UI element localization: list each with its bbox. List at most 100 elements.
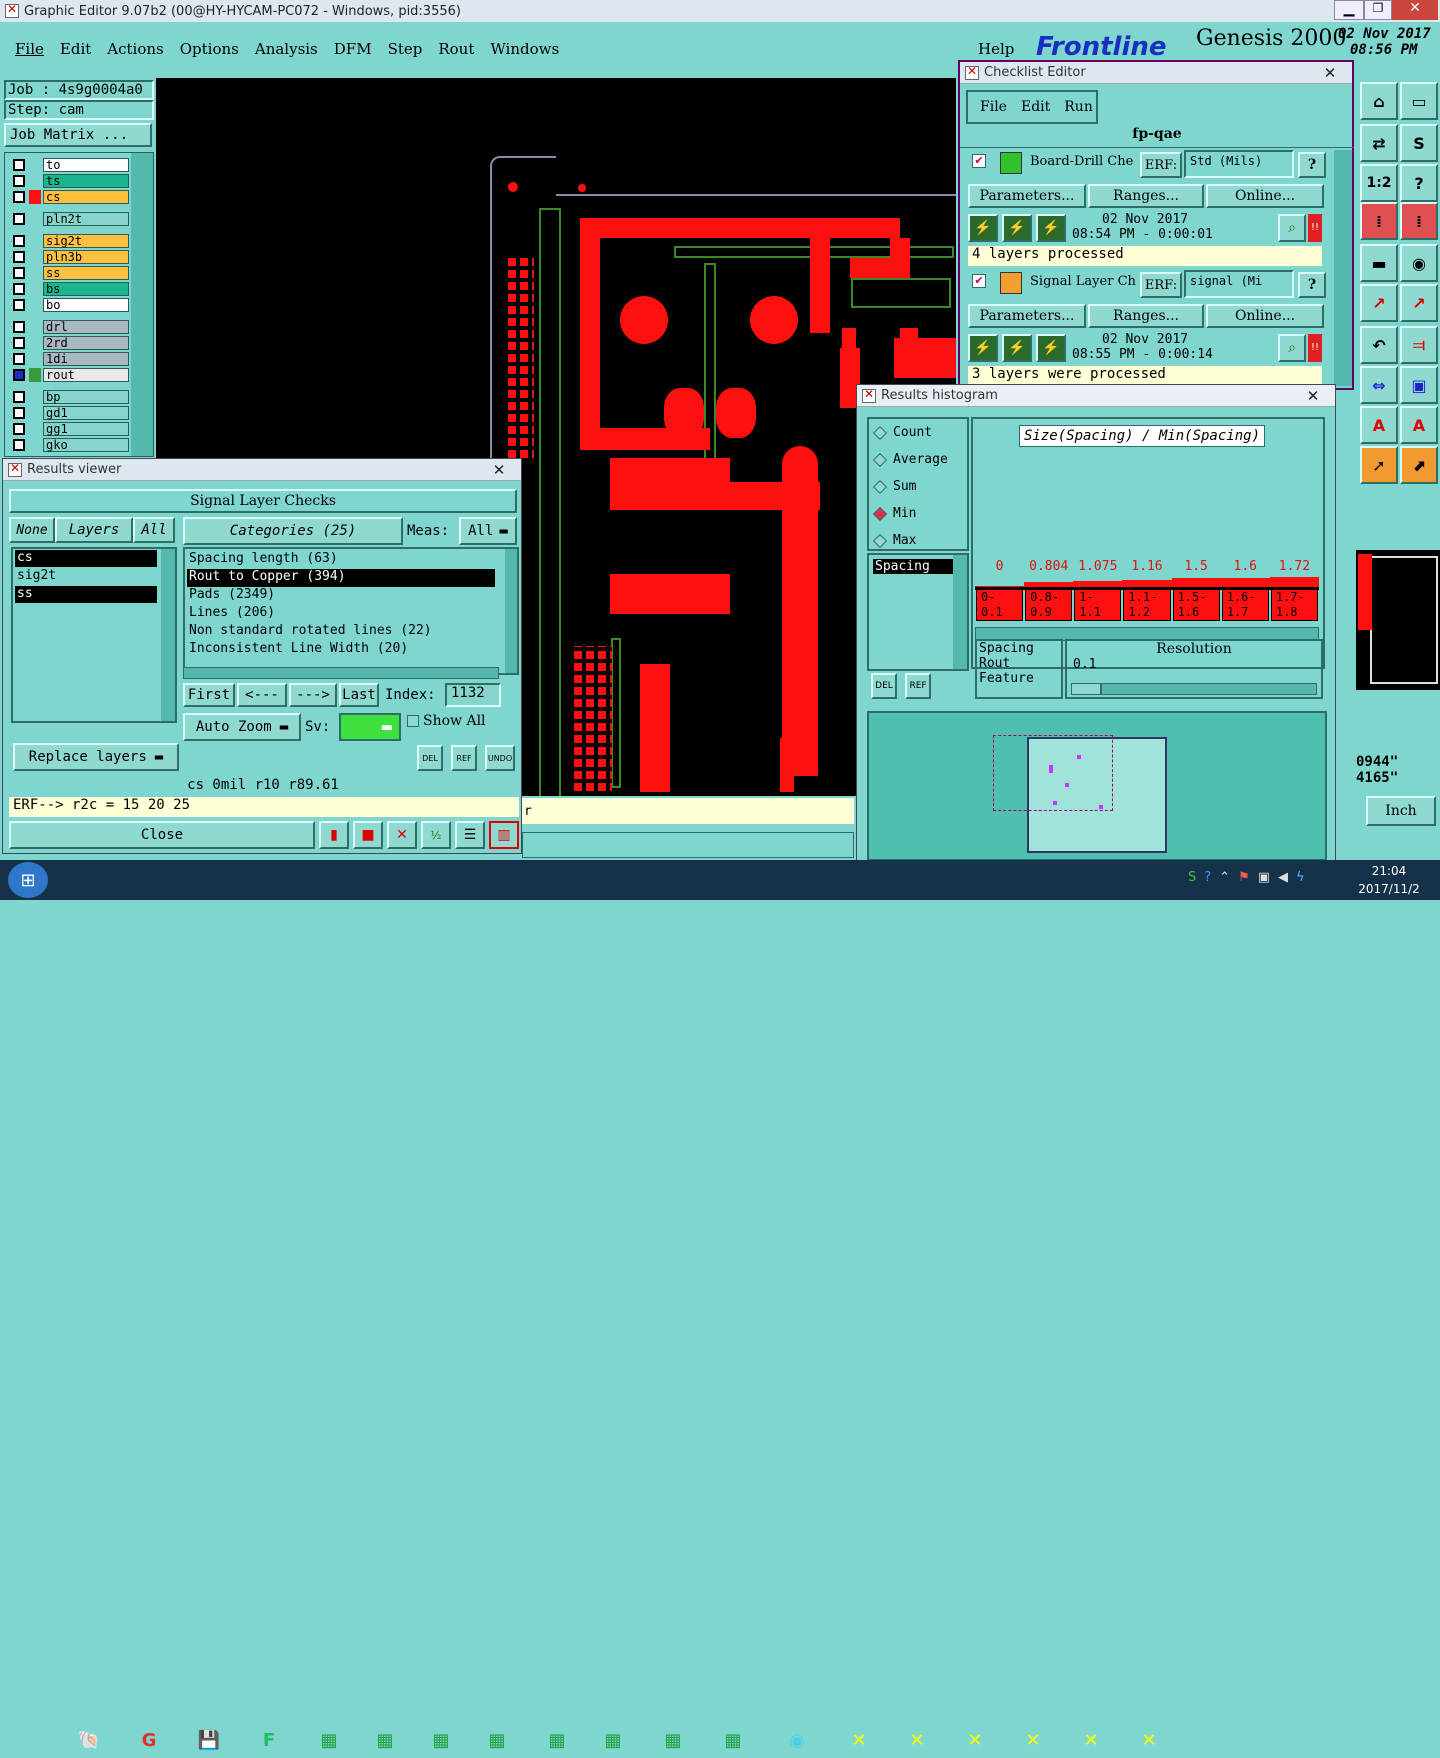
layer-checkbox[interactable] [13, 352, 25, 365]
measure-icon[interactable]: ↗ [1360, 284, 1398, 322]
excel-icon[interactable]: ▦ [302, 1722, 356, 1758]
layer-name[interactable]: bp [43, 389, 129, 404]
xterm-icon[interactable]: ✕ [1122, 1722, 1176, 1758]
flip-icon[interactable]: ⇄ [1360, 124, 1398, 162]
layer-row[interactable]: gko [13, 437, 129, 452]
excel-icon[interactable]: ▦ [646, 1722, 700, 1758]
layer-row[interactable]: gd1 [13, 405, 129, 420]
ratio-icon[interactable]: ½ [421, 821, 451, 849]
layer-checkbox[interactable] [13, 406, 25, 419]
layer-name[interactable]: 2rd [43, 335, 129, 350]
meas-dropdown[interactable]: All ▬ [459, 517, 517, 545]
xterm-icon[interactable]: ✕ [1006, 1722, 1060, 1758]
ranges-button[interactable]: Ranges... [1088, 184, 1204, 208]
category-scrollbar[interactable] [505, 549, 517, 673]
radio-icon[interactable] [872, 479, 888, 494]
run-all-icon[interactable]: ⚡ [1002, 214, 1032, 242]
menu-analysis[interactable]: Analysis [255, 40, 318, 58]
list-item[interactable]: Feature [977, 671, 1061, 686]
genesis-icon[interactable]: G [122, 1722, 176, 1758]
layer-name[interactable]: pln3b [43, 249, 129, 264]
auto-zoom-dropdown[interactable]: Auto Zoom ▬ [183, 713, 301, 741]
close-window-button[interactable]: ✕ [1392, 0, 1438, 20]
layer-name[interactable]: gd1 [43, 405, 129, 420]
chart-icon[interactable]: ▮ [319, 821, 349, 849]
list-item[interactable]: Rout [977, 656, 1061, 671]
menu-step[interactable]: Step [388, 40, 423, 58]
text-a-icon[interactable]: A [1360, 406, 1398, 444]
layer-list-scrollbar[interactable] [131, 153, 153, 456]
xterm-icon[interactable]: ✕ [890, 1722, 944, 1758]
bin-label[interactable]: 1.6- 1.7 [1221, 589, 1269, 621]
layer-row[interactable]: 1di [13, 351, 129, 366]
menu-rout[interactable]: Rout [438, 40, 474, 58]
run-icon[interactable]: ⚡ [968, 214, 998, 242]
none-button[interactable]: None [9, 517, 55, 543]
layer-row[interactable]: pln2t [13, 211, 129, 226]
layer-name[interactable]: to [43, 157, 129, 172]
close-icon[interactable]: ✕ [477, 459, 521, 481]
select-icon[interactable]: ➚ [1360, 446, 1398, 484]
parameters-button[interactable]: Parameters... [968, 304, 1086, 328]
list-item[interactable]: sig2t [15, 568, 157, 585]
help-icon[interactable]: ? [1298, 152, 1326, 178]
layer-name[interactable]: bs [43, 281, 129, 296]
excel-icon[interactable]: ▦ [414, 1722, 468, 1758]
list-item[interactable]: Rout to Copper (394) [187, 569, 495, 587]
list-item[interactable]: Spacing [873, 559, 953, 574]
text-a-alt-icon[interactable]: A [1400, 406, 1438, 444]
snake-icon[interactable]: S [1400, 124, 1438, 162]
histogram-left-scrollbar[interactable] [953, 555, 967, 669]
menu-options[interactable]: Options [180, 40, 239, 58]
clock[interactable]: 21:04 2017/11/2 [1354, 864, 1424, 896]
layer-checkbox[interactable] [13, 282, 25, 295]
sv-color-dropdown[interactable]: ▬ [339, 713, 401, 741]
ref-button[interactable]: REF [451, 745, 477, 771]
s-icon[interactable]: S [1188, 870, 1196, 890]
layer-name[interactable]: ss [43, 265, 129, 280]
frontline-app-icon[interactable]: F [242, 1722, 296, 1758]
snap-icon[interactable]: ◉ [1400, 244, 1438, 282]
mode-option[interactable]: Sum [872, 479, 916, 494]
layers-button[interactable]: Layers [55, 517, 133, 543]
layer-checkbox[interactable] [13, 190, 25, 203]
bin-label[interactable]: 1- 1.1 [1074, 589, 1122, 621]
layer-row[interactable]: pln3b [13, 249, 129, 264]
home-icon[interactable]: ⌂ [1360, 82, 1398, 120]
menu-file[interactable]: File [15, 40, 44, 58]
xterm-icon[interactable]: ✕ [1064, 1722, 1118, 1758]
online-button[interactable]: Online... [1206, 184, 1324, 208]
prev-button[interactable]: <--- [237, 683, 287, 707]
radio-icon[interactable] [872, 425, 888, 440]
volume-icon[interactable]: ◀ [1278, 870, 1288, 890]
layer-checkbox[interactable] [13, 390, 25, 403]
categories-button[interactable]: Categories (25) [183, 517, 403, 545]
checklist-menu-run[interactable]: Run [1064, 99, 1093, 115]
next-button[interactable]: ---> [289, 683, 337, 707]
resolution-slider[interactable] [1071, 683, 1317, 695]
check-enable-checkbox[interactable]: ✔ [972, 154, 986, 168]
layer-checkbox[interactable] [13, 212, 25, 225]
scale-icon[interactable]: 1:2 [1360, 164, 1398, 202]
help-icon[interactable]: ? [1400, 164, 1438, 202]
layer-row[interactable]: bp [13, 389, 129, 404]
mode-option[interactable]: Min [872, 506, 916, 521]
bin-label[interactable]: 0.8- 0.9 [1025, 589, 1073, 621]
measure-alt-icon[interactable]: ↗ [1400, 284, 1438, 322]
maximize-button[interactable]: ❐ [1364, 0, 1392, 20]
run-all-icon[interactable]: ⚡ [1002, 334, 1032, 362]
layer-row[interactable]: gg1 [13, 421, 129, 436]
menu-actions[interactable]: Actions [107, 40, 163, 58]
layer-checkbox[interactable] [13, 422, 25, 435]
check-name[interactable]: Board-Drill Che [1030, 154, 1142, 169]
layer-row[interactable]: bo [13, 297, 129, 312]
radio-icon[interactable] [872, 452, 888, 467]
layer-row[interactable]: sig2t [13, 233, 129, 248]
split-icon[interactable]: ⫤ [1400, 326, 1438, 364]
group-icon[interactable]: ▣ [1400, 366, 1438, 404]
layer-checkbox[interactable] [13, 250, 25, 263]
xterm-icon[interactable]: ✕ [948, 1722, 1002, 1758]
layer-checkbox[interactable] [13, 174, 25, 187]
histogram-bar[interactable] [1269, 577, 1319, 587]
parameters-button[interactable]: Parameters... [968, 184, 1086, 208]
